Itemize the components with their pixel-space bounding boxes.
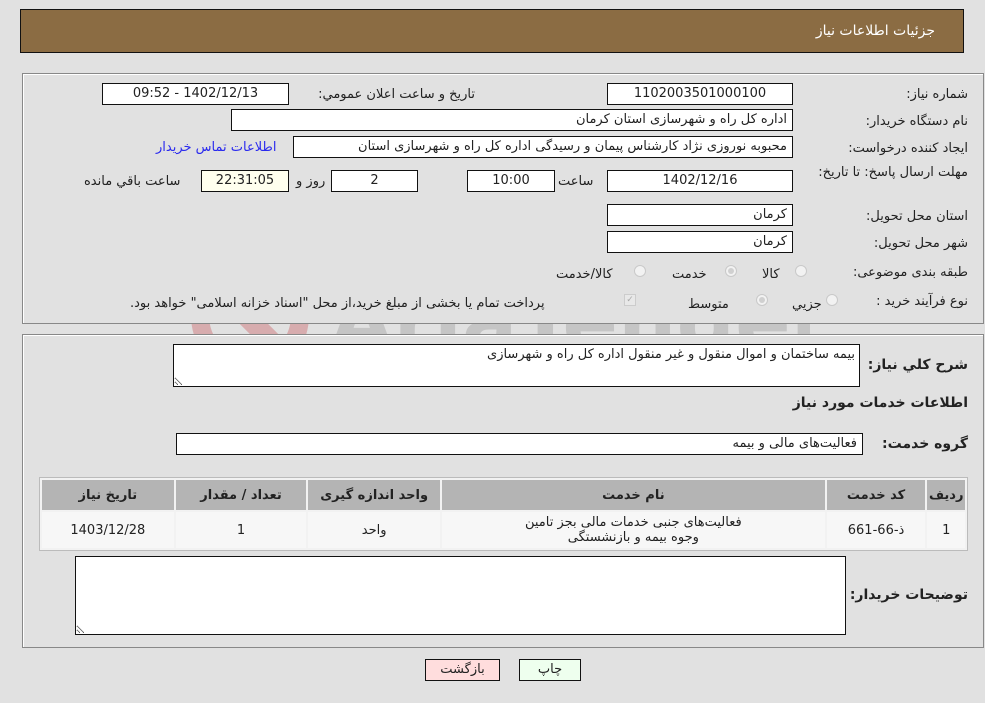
col-qty-header: تعداد / مقدار (175, 480, 307, 510)
category-option-service: خدمت (672, 267, 707, 282)
col-unit-header: واحد اندازه گیری (308, 480, 440, 510)
cell-service-name: فعالیت‌های جنبی خدمات مالی بجز تامین وجو… (442, 512, 825, 548)
requester-label: ایجاد کننده درخواست: (848, 141, 968, 156)
deadline-label: مهلت ارسال پاسخ: تا تاریخ: (818, 165, 968, 180)
description-textarea[interactable] (173, 344, 860, 387)
description-label: شرح کلي نیاز: (867, 357, 968, 373)
remaining-time-label: ساعت باقي مانده (84, 174, 181, 189)
days-label: روز و (296, 174, 326, 189)
service-group-field: فعالیت‌های مالی و بیمه (176, 433, 863, 455)
col-code-header: کد خدمت (826, 480, 926, 510)
col-name-header: نام خدمت (442, 480, 825, 510)
cell-row-number: 1 (927, 512, 965, 548)
col-date-header: تاریخ نیاز (42, 480, 174, 510)
delivery-province-label: استان محل تحویل: (866, 209, 968, 224)
services-table: ردیف کد خدمت نام خدمت واحد اندازه گیری ت… (39, 477, 968, 551)
purchase-option-minor: جزيي (792, 297, 822, 312)
category-label: طبقه بندی موضوعی: (852, 265, 968, 280)
category-radio-goods-service[interactable] (634, 265, 646, 277)
category-option-goods: کالا (762, 267, 780, 282)
cell-quantity: 1 (175, 512, 307, 548)
need-number-label: شماره نیاز: (906, 87, 968, 102)
buyer-notes-label: توضیحات خریدار: (849, 587, 968, 603)
announce-datetime-label: تاریخ و ساعت اعلان عمومي: (318, 87, 475, 102)
buyer-org-label: نام دستگاه خریدار: (865, 114, 968, 129)
services-heading: اطلاعات خدمات مورد نیاز (792, 395, 968, 411)
delivery-city-field: کرمان (607, 231, 793, 253)
purchase-radio-medium[interactable] (756, 294, 768, 306)
deadline-time-field: 10:00 (467, 170, 555, 192)
requester-field: محبوبه نوروزی نژاد کارشناس پیمان و رسیدگ… (293, 136, 793, 158)
table-header-row: ردیف کد خدمت نام خدمت واحد اندازه گیری ت… (42, 480, 965, 510)
delivery-city-label: شهر محل تحویل: (873, 236, 968, 251)
back-button[interactable]: بازگشت (425, 659, 500, 681)
treasury-checkbox[interactable]: ✓ (624, 294, 636, 306)
cell-unit: واحد (308, 512, 440, 548)
col-row-header: ردیف (927, 480, 965, 510)
category-option-goods-service: کالا/خدمت (556, 267, 613, 282)
buyer-contact-link[interactable]: اطلاعات تماس خریدار (156, 140, 276, 155)
treasury-note: پرداخت تمام یا بخشی از مبلغ خرید،از محل … (130, 296, 545, 311)
need-number-field: 1102003501000100 (607, 83, 793, 105)
buyer-org-field: اداره کل راه و شهرسازی استان کرمان (231, 109, 793, 131)
category-radio-service[interactable] (725, 265, 737, 277)
remaining-time-field: 22:31:05 (201, 170, 289, 192)
page-header: جزئیات اطلاعات نیاز (20, 9, 964, 53)
buyer-notes-textarea[interactable] (75, 556, 846, 635)
purchase-option-medium: متوسط (688, 297, 729, 312)
deadline-time-label: ساعت (558, 174, 594, 189)
remaining-days-field: 2 (331, 170, 418, 192)
table-row: 1 ذ-66-661 فعالیت‌های جنبی خدمات مالی بج… (42, 512, 965, 548)
cell-need-date: 1403/12/28 (42, 512, 174, 548)
page-title: جزئیات اطلاعات نیاز (815, 23, 935, 39)
announce-datetime-field: 1402/12/13 - 09:52 (102, 83, 289, 105)
service-group-label: گروه خدمت: (882, 436, 968, 452)
cell-service-code: ذ-66-661 (826, 512, 926, 548)
print-button[interactable]: چاپ (519, 659, 581, 681)
delivery-province-field: کرمان (607, 204, 793, 226)
purchase-radio-minor[interactable] (826, 294, 838, 306)
category-radio-goods[interactable] (795, 265, 807, 277)
deadline-date-field: 1402/12/16 (607, 170, 793, 192)
purchase-type-label: نوع فرآیند خرید : (876, 294, 968, 309)
